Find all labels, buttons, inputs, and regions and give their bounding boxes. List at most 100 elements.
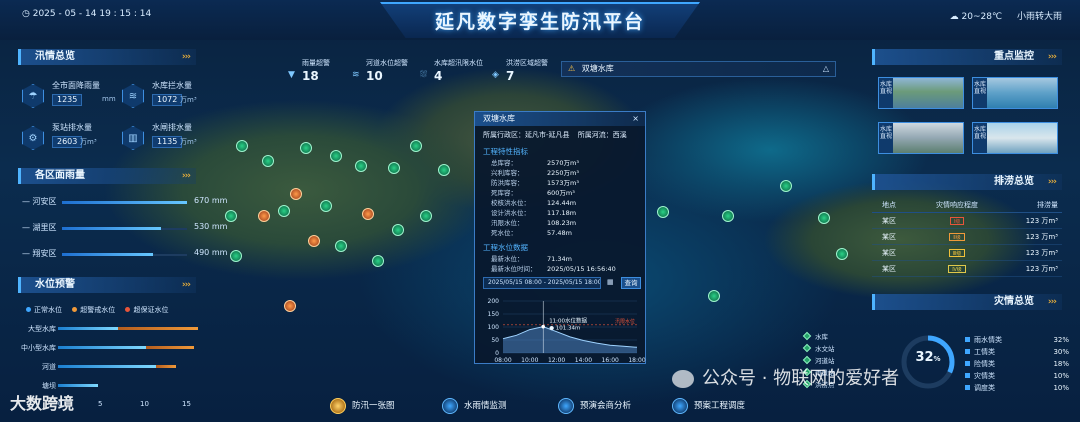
disaster-list: 雨水情类 32% 工情类 30% 险情类 18% 灾情类 10% 调度类 10% (965, 334, 1075, 394)
camera-thumb[interactable]: 水库直视 (972, 122, 1058, 154)
water-level-chart: 0 50 100 150 200 08:00 10:00 12:00 14:00 16:00 18:… (488, 298, 646, 364)
panel-title: 灾情总览 (994, 296, 1034, 307)
query-button[interactable]: 查询 (621, 277, 641, 289)
y-tick-label: 200 (488, 298, 500, 305)
property-row: 兴利库容： 2250万m³ (475, 168, 645, 178)
property-value: 108.23m (547, 219, 577, 227)
map-marker[interactable] (330, 150, 342, 162)
amount-cell: 123 万m³ (1025, 232, 1058, 241)
map-marker-alert[interactable] (284, 300, 296, 312)
level-cell: Ⅰ级 (912, 213, 1002, 229)
x-tick-label: 10:00 (521, 357, 538, 364)
nav-rain-monitor[interactable]: 水雨情监测 (442, 396, 507, 416)
water-level-row[interactable]: 河道 (14, 362, 194, 374)
map-marker[interactable] (780, 180, 792, 192)
map-marker[interactable] (438, 164, 450, 176)
map-marker[interactable] (420, 210, 432, 222)
place-cell: 某区 (882, 248, 896, 257)
map-marker[interactable] (388, 162, 400, 174)
y-tick-label: 50 (491, 337, 499, 344)
rainfall-row[interactable]: — 翔安区 490 mm (22, 248, 227, 260)
table-header: 地点 灾情响应程度 排涝量 (872, 197, 1062, 213)
nav-label: 预案工程调度 (694, 401, 746, 411)
map-marker[interactable] (225, 210, 237, 222)
map-marker[interactable] (236, 140, 248, 152)
property-row: 防洪库容： 1573万m³ (475, 178, 645, 188)
disaster-label: 调度类 (974, 384, 995, 392)
camera-tag: 水库直视 (879, 123, 893, 153)
pump-icon: ⚙ (22, 126, 44, 150)
reservoir-icon: ≋ (122, 84, 144, 108)
map-marker[interactable] (262, 155, 274, 167)
map-marker-alert[interactable] (308, 235, 320, 247)
map-legend-item[interactable]: 水库 (802, 331, 854, 343)
section-title: 工程水位数据 (483, 243, 528, 252)
warning-icon: ⚠ (568, 64, 576, 73)
disaster-percent: 10% (1053, 372, 1069, 380)
table-row[interactable]: 某区 Ⅳ级 123 万m³ (872, 261, 1062, 277)
camera-tag: 水库直视 (973, 123, 987, 153)
rain-gauge-icon: ▼ (288, 70, 295, 80)
rain-value: 530 mm (194, 222, 228, 231)
stat-value: 2603 (52, 136, 83, 148)
map-marker[interactable] (230, 250, 242, 262)
camera-thumb[interactable]: 水库直视 (972, 77, 1058, 109)
map-marker[interactable] (335, 240, 347, 252)
map-marker[interactable] (708, 290, 720, 302)
map-marker[interactable] (657, 206, 669, 218)
area-rainfall-header: 各区面雨量 ››› (18, 168, 196, 184)
kpi-label: 雨量超警 (302, 59, 330, 67)
camera-image (987, 78, 1057, 108)
disaster-percent: 18% (1053, 360, 1069, 368)
map-legend-item[interactable]: 水文站 (802, 343, 854, 355)
close-icon[interactable]: × (632, 112, 639, 126)
map-marker-alert[interactable] (258, 210, 270, 222)
calendar-icon[interactable]: ▦ (607, 278, 614, 286)
map-marker[interactable] (372, 255, 384, 267)
map-marker[interactable] (278, 205, 290, 217)
weather-desc: 小雨转大雨 (1016, 12, 1062, 22)
panel-title: 各区面雨量 (35, 170, 85, 181)
rainfall-row[interactable]: — 河安区 670 mm (22, 196, 227, 208)
kpi-label: 水库超汛限水位 (434, 59, 483, 67)
water-level-row[interactable]: 大型水库 (14, 324, 198, 336)
map-marker-alert[interactable] (290, 188, 302, 200)
rain-bar (62, 253, 154, 256)
disaster-ring-chart: 32% (898, 332, 958, 392)
popup-title: 双塘水库 (483, 114, 515, 123)
disaster-row: 险情类 18% (965, 358, 1075, 370)
map-marker-alert[interactable] (362, 208, 374, 220)
map-marker[interactable] (392, 224, 404, 236)
table-row[interactable]: 某区 Ⅰ级 123 万m³ (872, 213, 1062, 229)
nav-simulation[interactable]: 预演会商分析 (558, 396, 631, 416)
normal-bar (58, 327, 118, 330)
level-badge: Ⅰ级 (949, 216, 965, 225)
map-marker[interactable] (320, 200, 332, 212)
table-row[interactable]: 某区 Ⅲ级 123 万m³ (872, 245, 1062, 261)
map-marker[interactable] (722, 210, 734, 222)
map-marker[interactable] (300, 142, 312, 154)
nav-flood-map[interactable]: 防汛一张图 (330, 396, 395, 416)
camera-thumb[interactable]: 水库直视 (878, 122, 964, 154)
water-level-row[interactable]: 中小型水库 (14, 343, 194, 355)
stat-sluice: ▥ 水闸排水量 1135 万m³ (122, 122, 212, 162)
district-label: — 河安区 (22, 197, 57, 206)
category-label: 中小型水库 (21, 344, 56, 352)
date-range-input[interactable]: 2025/05/15 08:00 - 2025/05/15 18:00 (483, 277, 601, 289)
disaster-label: 工情类 (974, 348, 995, 356)
camera-thumb[interactable]: 水库直视 (878, 77, 964, 109)
map-marker[interactable] (836, 248, 848, 260)
station-icon (802, 355, 812, 365)
table-row[interactable]: 某区 Ⅱ级 123 万m³ (872, 229, 1062, 245)
stat-pump: ⚙ 泵站排水量 2603 万m³ (22, 122, 112, 162)
rainfall-row[interactable]: — 湖里区 530 mm (22, 222, 227, 234)
alert-ticker[interactable]: ⚠ 双塘水库 △ (561, 61, 836, 77)
property-key: 防洪库容： (491, 179, 524, 187)
map-marker[interactable] (355, 160, 367, 172)
nav-dispatch[interactable]: 预案工程调度 (672, 396, 745, 416)
legend-swatch (965, 337, 970, 342)
disaster-percent: 32% (1053, 336, 1069, 344)
map-marker[interactable] (410, 140, 422, 152)
map-marker[interactable] (818, 212, 830, 224)
axis-tick: 5 (98, 400, 103, 408)
